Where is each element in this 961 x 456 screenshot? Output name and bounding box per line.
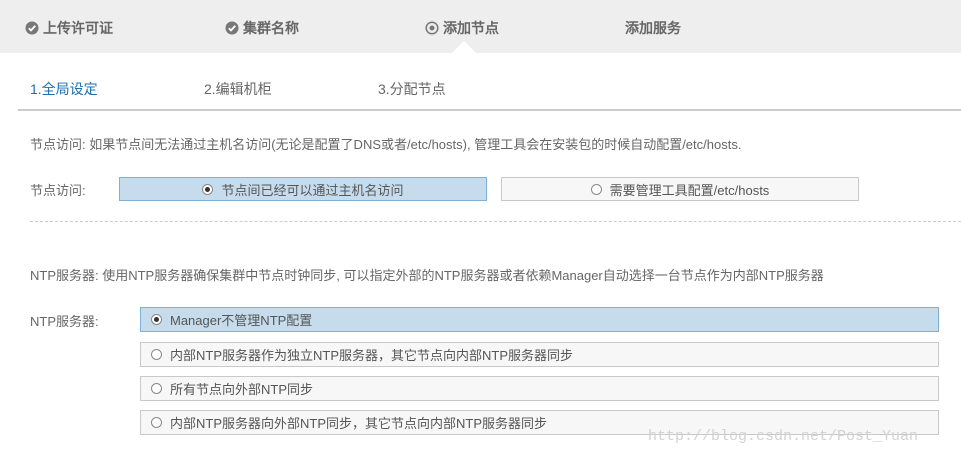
option-label: 节点间已经可以通过主机名访问 <box>221 182 404 198</box>
ntp-option-unmanaged[interactable]: Manager不管理NTP配置 <box>140 307 939 332</box>
wizard-step-label: 上传许可证 <box>43 20 113 36</box>
wizard-step-upload-license[interactable]: 上传许可证 <box>25 18 113 38</box>
node-access-option-hostname[interactable]: 节点间已经可以通过主机名访问 <box>119 177 487 201</box>
radio-unselected-icon <box>151 383 162 394</box>
node-access-description: 节点访问: 如果节点间无法通过主机名访问(无论是配置了DNS或者/etc/hos… <box>30 137 742 152</box>
dot-circle-icon <box>425 21 439 35</box>
active-step-caret <box>452 41 476 53</box>
wizard-step-cluster-name[interactable]: 集群名称 <box>225 18 299 38</box>
ntp-option-internal-standalone[interactable]: 内部NTP服务器作为独立NTP服务器，其它节点向内部NTP服务器同步 <box>140 342 939 367</box>
wizard-step-label: 集群名称 <box>243 20 299 36</box>
wizard-bar: 上传许可证 集群名称 添加节点 添加服务 <box>0 0 961 53</box>
ntp-label: NTP服务器: <box>30 314 99 329</box>
radio-selected-icon <box>202 183 214 195</box>
radio-unselected-icon <box>151 417 162 428</box>
radio-selected-icon <box>151 314 162 325</box>
wizard-step-label: 添加节点 <box>443 20 499 36</box>
check-circle-icon <box>25 21 39 35</box>
option-label: 内部NTP服务器向外部NTP同步，其它节点向内部NTP服务器同步 <box>170 416 548 431</box>
wizard-step-label: 添加服务 <box>625 20 681 36</box>
option-label: 需要管理工具配置/etc/hosts <box>609 182 770 198</box>
wizard-step-add-nodes[interactable]: 添加节点 <box>425 18 499 38</box>
ntp-option-all-external[interactable]: 所有节点向外部NTP同步 <box>140 376 939 401</box>
option-label: 内部NTP服务器作为独立NTP服务器，其它节点向内部NTP服务器同步 <box>170 348 574 363</box>
ntp-description: NTP服务器: 使用NTP服务器确保集群中节点时钟同步, 可以指定外部的NTP服… <box>30 268 824 283</box>
radio-unselected-icon <box>590 183 602 195</box>
watermark: http://blog.csdn.net/Post_Yuan <box>648 428 919 445</box>
radio-unselected-icon <box>151 349 162 360</box>
subtab-divider <box>18 109 961 111</box>
subtab-edit-racks[interactable]: 2.编辑机柜 <box>204 79 272 99</box>
check-circle-icon <box>225 21 239 35</box>
option-label: Manager不管理NTP配置 <box>170 313 313 328</box>
option-label: 所有节点向外部NTP同步 <box>170 382 314 397</box>
section-divider <box>30 221 961 222</box>
subtab-assign-nodes[interactable]: 3.分配节点 <box>378 79 446 99</box>
node-access-label: 节点访问: <box>30 183 86 198</box>
subtab-global-settings[interactable]: 1.全局设定 <box>30 79 98 99</box>
node-access-option-configure-hosts[interactable]: 需要管理工具配置/etc/hosts <box>501 177 859 201</box>
wizard-step-add-services[interactable]: 添加服务 <box>625 18 681 38</box>
